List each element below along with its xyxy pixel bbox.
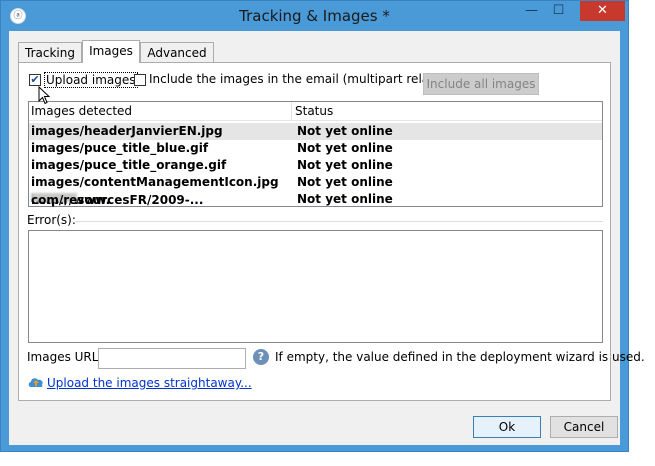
images-tab-panel: ✔ Upload images Include the images in th… bbox=[18, 62, 645, 401]
cancel-button[interactable]: Cancel bbox=[550, 416, 618, 438]
column-header-images[interactable]: Images detected bbox=[31, 104, 132, 118]
images-url-input[interactable] bbox=[98, 348, 246, 369]
table-row[interactable]: images/headerJanvierEN.jpg Not yet onlin… bbox=[29, 123, 602, 140]
table-row[interactable]: images/puce_title_blue.gif Not yet onlin… bbox=[29, 140, 602, 157]
image-path: images/puce_title_orange.gif bbox=[31, 158, 227, 172]
image-status: Not yet online bbox=[297, 192, 393, 206]
image-path: images/headerJanvierEN.jpg bbox=[31, 124, 223, 138]
image-status: Not yet online bbox=[297, 175, 393, 189]
include-multipart-checkbox[interactable] bbox=[134, 74, 146, 86]
upload-images-checkbox[interactable]: ✔ bbox=[29, 74, 41, 86]
table-row[interactable]: images/contentManagementIcon.jpg Not yet… bbox=[29, 174, 602, 191]
tab-tracking[interactable]: Tracking bbox=[18, 42, 82, 62]
dialog-window: ⓐ Tracking & Images * — ☐ ✕ Tracking Ima… bbox=[0, 0, 645, 452]
errors-label: Error(s): bbox=[27, 213, 76, 227]
errors-box[interactable] bbox=[28, 230, 603, 343]
upload-images-label[interactable]: Upload images bbox=[44, 72, 138, 88]
title-bar[interactable]: ⓐ Tracking & Images * — ☐ ✕ bbox=[1, 1, 628, 31]
image-status: Not yet online bbox=[297, 141, 393, 155]
table-row[interactable]: http://www.com/resourcesFR/2009-... Not … bbox=[29, 191, 602, 208]
include-multipart-label[interactable]: Include the images in the email (multipa… bbox=[149, 72, 454, 86]
images-list[interactable]: Images detected Status images/headerJanv… bbox=[28, 101, 603, 207]
cloud-upload-icon bbox=[28, 378, 43, 387]
tab-images[interactable]: Images bbox=[82, 40, 140, 63]
list-header: Images detected Status bbox=[29, 102, 602, 121]
table-row[interactable]: images/puce_title_orange.gif Not yet onl… bbox=[29, 157, 602, 174]
ok-button[interactable]: Ok bbox=[473, 416, 541, 438]
image-path: images/contentManagementIcon.jpg bbox=[31, 175, 279, 189]
help-icon[interactable]: ? bbox=[253, 349, 269, 365]
image-path: images/puce_title_blue.gif bbox=[31, 141, 209, 155]
image-status: Not yet online bbox=[297, 158, 393, 172]
tab-advanced[interactable]: Advanced bbox=[140, 42, 214, 62]
include-all-images-button[interactable]: Include all images bbox=[423, 73, 539, 95]
column-separator[interactable] bbox=[291, 102, 292, 120]
errors-divider bbox=[75, 221, 603, 222]
close-icon[interactable]: ✕ bbox=[580, 1, 625, 21]
upload-images-link[interactable]: Upload the images straightaway... bbox=[47, 376, 252, 390]
images-url-hint: If empty, the value defined in the deplo… bbox=[275, 350, 645, 364]
dialog-client: Tracking Images Advanced ✔ Upload images… bbox=[9, 31, 645, 445]
maximize-icon[interactable]: ☐ bbox=[545, 1, 572, 21]
minimize-icon[interactable]: — bbox=[518, 1, 545, 21]
column-header-status[interactable]: Status bbox=[295, 104, 333, 118]
image-url-suffix: com/resourcesFR/2009-... bbox=[31, 193, 204, 207]
mouse-cursor-icon bbox=[38, 86, 50, 105]
image-status: Not yet online bbox=[297, 124, 393, 138]
images-url-label: Images URL: bbox=[27, 350, 103, 364]
